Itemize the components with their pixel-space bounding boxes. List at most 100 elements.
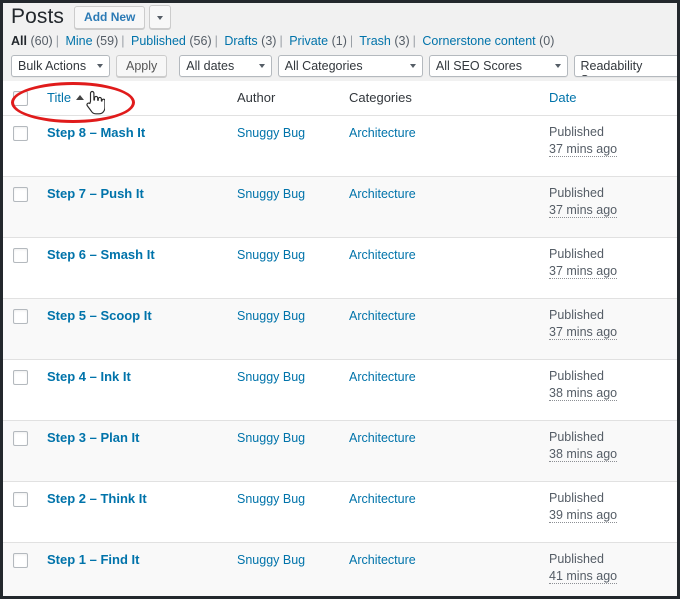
column-header-author: Author <box>227 81 339 116</box>
post-title-link[interactable]: Step 4 – Ink It <box>47 369 131 384</box>
wordpress-posts-admin-screen: Posts Add New All (60) | Mine (59) | Publi… <box>0 0 680 599</box>
post-title-link[interactable]: Step 1 – Find It <box>47 552 139 567</box>
row-date-cell: Published 37 mins ago <box>539 176 677 238</box>
date-filter-select[interactable]: All dates <box>179 55 272 77</box>
chevron-down-icon <box>258 64 265 68</box>
post-author-link[interactable]: Snuggy Bug <box>237 370 305 384</box>
row-select-checkbox[interactable] <box>13 431 28 446</box>
add-new-button[interactable]: Add New <box>74 5 146 29</box>
post-author-link[interactable]: Snuggy Bug <box>237 492 305 506</box>
table-header-row: Title Author Categories Date <box>3 81 677 116</box>
post-category-link[interactable]: Architecture <box>349 492 416 506</box>
post-relative-time: 38 mins ago <box>549 386 618 401</box>
row-title-cell: Step 1 – Find It <box>37 542 227 596</box>
row-select-checkbox[interactable] <box>13 553 28 568</box>
filter-trash-link[interactable]: Trash <box>359 34 391 48</box>
row-date-cell: Published 37 mins ago <box>539 237 677 299</box>
date-filter-value: All dates <box>186 59 235 73</box>
sort-by-date-link[interactable]: Date <box>549 90 576 105</box>
filter-all[interactable]: All (60) <box>11 34 53 48</box>
filter-all-count: (60) <box>30 34 53 48</box>
row-select-checkbox[interactable] <box>13 187 28 202</box>
row-categories-cell: Architecture <box>339 359 539 421</box>
table-head: Title Author Categories Date <box>3 81 677 116</box>
post-author-link[interactable]: Snuggy Bug <box>237 126 305 140</box>
row-select-checkbox[interactable] <box>13 370 28 385</box>
select-all-checkbox[interactable] <box>13 91 28 106</box>
post-title-link[interactable]: Step 8 – Mash It <box>47 125 145 140</box>
filter-published[interactable]: Published (56) <box>131 34 212 48</box>
post-author-link[interactable]: Snuggy Bug <box>237 431 305 445</box>
row-author-cell: Snuggy Bug <box>227 116 339 177</box>
filter-mine-link[interactable]: Mine <box>65 34 92 48</box>
post-title-link[interactable]: Step 5 – Scoop It <box>47 308 152 323</box>
filter-all-link[interactable]: All <box>11 34 27 48</box>
filter-trash-count: (3) <box>394 34 410 48</box>
row-date-cell: Published 37 mins ago <box>539 116 677 177</box>
filter-cornerstone[interactable]: Cornerstone content (0) <box>422 34 554 48</box>
filter-drafts-link[interactable]: Drafts <box>224 34 257 48</box>
posts-list-table: Title Author Categories Date Step 8 – Ma… <box>3 81 677 596</box>
post-status-text: Published <box>549 430 604 444</box>
filter-cornerstone-link[interactable]: Cornerstone content <box>422 34 535 48</box>
post-category-link[interactable]: Architecture <box>349 431 416 445</box>
filter-trash[interactable]: Trash (3) <box>359 34 409 48</box>
post-title-link[interactable]: Step 7 – Push It <box>47 186 144 201</box>
post-category-link[interactable]: Architecture <box>349 248 416 262</box>
row-checkbox-cell <box>3 542 37 596</box>
post-status-text: Published <box>549 552 604 566</box>
row-date-cell: Published 38 mins ago <box>539 420 677 482</box>
filter-drafts[interactable]: Drafts (3) <box>224 34 276 48</box>
post-author-link[interactable]: Snuggy Bug <box>237 187 305 201</box>
apply-button[interactable]: Apply <box>115 55 168 77</box>
readability-filter-select[interactable]: All Readability Scores <box>573 55 677 77</box>
post-author-link[interactable]: Snuggy Bug <box>237 309 305 323</box>
row-title-cell: Step 8 – Mash It <box>37 116 227 177</box>
row-select-checkbox[interactable] <box>13 309 28 324</box>
table-row: Step 2 – Think It Snuggy Bug Architectur… <box>3 481 677 543</box>
row-categories-cell: Architecture <box>339 116 539 177</box>
row-select-checkbox[interactable] <box>13 248 28 263</box>
chevron-down-icon <box>554 64 561 68</box>
sort-by-title-link[interactable]: Title <box>47 90 71 105</box>
post-relative-time: 37 mins ago <box>549 203 618 218</box>
filter-published-link[interactable]: Published <box>131 34 186 48</box>
post-category-link[interactable]: Architecture <box>349 187 416 201</box>
seo-score-filter-select[interactable]: All SEO Scores <box>428 55 568 77</box>
add-new-dropdown-button[interactable] <box>149 5 172 29</box>
post-title-link[interactable]: Step 2 – Think It <box>47 491 147 506</box>
filter-private[interactable]: Private (1) <box>289 34 347 48</box>
column-header-checkbox <box>3 81 37 116</box>
row-title-cell: Step 3 – Plan It <box>37 420 227 482</box>
post-category-link[interactable]: Architecture <box>349 553 416 567</box>
post-category-link[interactable]: Architecture <box>349 126 416 140</box>
post-relative-time: 39 mins ago <box>549 508 618 523</box>
sort-ascending-icon <box>76 95 85 100</box>
row-select-checkbox[interactable] <box>13 492 28 507</box>
post-category-link[interactable]: Architecture <box>349 370 416 384</box>
post-category-link[interactable]: Architecture <box>349 309 416 323</box>
row-categories-cell: Architecture <box>339 176 539 238</box>
row-date-cell: Published 39 mins ago <box>539 481 677 543</box>
category-filter-value: All Categories <box>284 59 363 73</box>
table-row: Step 4 – Ink It Snuggy Bug Architecture … <box>3 359 677 421</box>
bulk-actions-select[interactable]: Bulk Actions <box>11 55 110 77</box>
post-author-link[interactable]: Snuggy Bug <box>237 553 305 567</box>
column-header-date[interactable]: Date <box>539 81 677 116</box>
seo-score-filter-value: All SEO Scores <box>435 59 523 73</box>
post-title-link[interactable]: Step 6 – Smash It <box>47 247 155 262</box>
filter-mine[interactable]: Mine (59) <box>65 34 118 48</box>
column-header-title[interactable]: Title <box>37 81 227 116</box>
filter-private-link[interactable]: Private <box>289 34 328 48</box>
post-status-text: Published <box>549 247 604 261</box>
row-select-checkbox[interactable] <box>13 126 28 141</box>
post-title-link[interactable]: Step 3 – Plan It <box>47 430 139 445</box>
post-author-link[interactable]: Snuggy Bug <box>237 248 305 262</box>
table-row: Step 5 – Scoop It Snuggy Bug Architectur… <box>3 298 677 360</box>
row-title-cell: Step 2 – Think It <box>37 481 227 543</box>
page-header: Posts Add New <box>3 3 677 31</box>
post-status-text: Published <box>549 491 604 505</box>
row-title-cell: Step 7 – Push It <box>37 176 227 238</box>
category-filter-select[interactable]: All Categories <box>277 55 423 77</box>
separator-6: | <box>412 34 416 48</box>
